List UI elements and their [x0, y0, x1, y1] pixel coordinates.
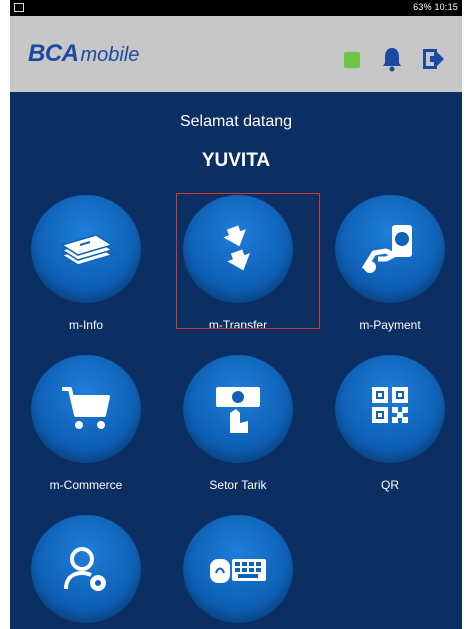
tile-label: m-Transfer: [208, 318, 268, 332]
tile-label: m-Payment: [359, 318, 421, 332]
bell-icon[interactable]: [380, 46, 404, 72]
menu-tile-setor-tarik[interactable]: Setor Tarik: [178, 355, 298, 495]
qr-code-icon: [372, 387, 408, 423]
tile-label: QR: [381, 478, 399, 492]
brand-logo: BCA mobile: [28, 40, 139, 69]
connection-indicator[interactable]: [344, 52, 360, 68]
banknotes-icon: [60, 234, 114, 266]
welcome-text: Selamat datang: [179, 113, 293, 130]
tile-label: m-Info: [68, 318, 103, 332]
menu-tile-m-transfer[interactable]: m-Transfer: [178, 195, 298, 335]
menu-tile-m-commerce[interactable]: m-Commerce: [26, 355, 146, 495]
status-text: 63% 10:15: [413, 2, 458, 12]
keyboard-icon: [210, 559, 266, 583]
status-bar: 63% 10:15: [10, 0, 462, 16]
transfer-arrows-icon: [223, 225, 250, 271]
logout-icon[interactable]: [421, 46, 445, 72]
app-screen: 63% 10:15 BCA mobile Selamat datang YUVIT…: [10, 0, 462, 629]
user-name: YUVITA: [201, 150, 271, 171]
menu-tile-qr[interactable]: QR: [330, 355, 450, 495]
payment-hand-icon: [361, 225, 412, 273]
brand-bold: BCA: [28, 40, 79, 67]
menu-tile-m-info[interactable]: m-Info: [26, 195, 146, 335]
brand-light: mobile: [80, 44, 140, 66]
app-bar: BCA mobile: [10, 16, 462, 92]
cart-icon: [62, 387, 110, 429]
menu-tile-m-payment[interactable]: m-Payment: [330, 195, 450, 335]
user-settings-icon: [64, 547, 106, 591]
notification-icon: [14, 3, 24, 12]
tile-label: m-Commerce: [49, 478, 123, 492]
menu-tile-account-settings[interactable]: [26, 515, 146, 629]
cash-deposit-icon: [216, 387, 260, 433]
menu-tile-keyboard[interactable]: [178, 515, 298, 629]
tile-label: Setor Tarik: [209, 478, 267, 492]
